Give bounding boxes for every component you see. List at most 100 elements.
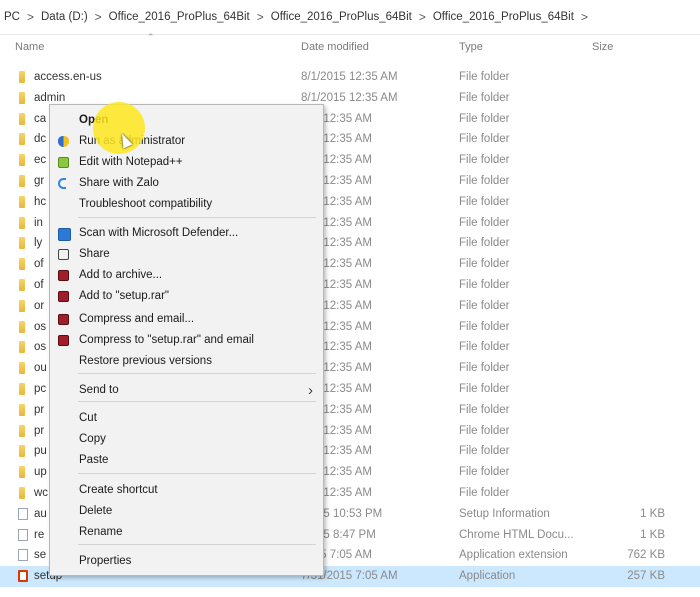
uac-shield-icon xyxy=(58,136,69,147)
menu-item-edit-with-notepad[interactable]: Edit with Notepad++ xyxy=(50,153,323,173)
folder-icon xyxy=(19,403,25,416)
folder-icon xyxy=(19,174,25,187)
menu-item-label: Delete xyxy=(79,505,113,517)
menu-item-compress-to-setup-rar-and-email[interactable]: Compress to "setup.rar" and email xyxy=(50,331,323,351)
file-name: wc xyxy=(34,486,49,499)
menu-item-label: Compress and email... xyxy=(79,313,195,325)
file-date: 8/1/2015 12:35 AM xyxy=(301,71,398,83)
menu-item-label: Add to "setup.rar" xyxy=(79,290,169,302)
file-type: File folder xyxy=(459,112,510,125)
menu-item-delete[interactable]: Delete xyxy=(50,502,323,522)
setup-info-icon xyxy=(18,507,28,520)
column-header-date[interactable]: Date modified xyxy=(301,41,369,53)
menu-item-label: Scan with Microsoft Defender... xyxy=(79,227,239,239)
file-size: 1 KB xyxy=(640,507,665,520)
file-type: File folder xyxy=(459,382,510,395)
file-type: File folder xyxy=(459,216,510,229)
menu-item-label: Compress to "setup.rar" and email xyxy=(79,334,254,346)
file-name: au xyxy=(34,507,47,520)
column-header-name[interactable]: Name xyxy=(15,41,44,53)
file-name: of xyxy=(34,278,44,291)
menu-item-label: Send to xyxy=(79,384,119,396)
column-header-size[interactable]: Size xyxy=(592,41,613,53)
html-file-icon xyxy=(18,528,28,541)
folder-icon xyxy=(19,237,25,250)
chevron-right-icon[interactable]: > xyxy=(416,10,429,24)
menu-item-send-to[interactable]: Send to › xyxy=(50,381,323,401)
breadcrumb-item[interactable]: Office_2016_ProPlus_64Bit xyxy=(267,11,416,23)
breadcrumb-item[interactable]: Office_2016_ProPlus_64Bit xyxy=(429,11,578,23)
menu-item-create-shortcut[interactable]: Create shortcut xyxy=(50,481,323,501)
share-icon xyxy=(58,249,69,260)
menu-item-cut[interactable]: Cut xyxy=(50,409,323,429)
chevron-right-icon[interactable]: > xyxy=(578,10,591,24)
menu-item-label: Restore previous versions xyxy=(79,355,212,367)
breadcrumb-item[interactable]: Office_2016_ProPlus_64Bit xyxy=(105,11,254,23)
file-size: 257 KB xyxy=(627,570,665,583)
file-name: ca xyxy=(34,112,47,125)
folder-icon xyxy=(19,445,25,458)
menu-item-restore-previous-versions[interactable]: Restore previous versions xyxy=(50,352,323,372)
file-type: File folder xyxy=(459,424,510,437)
menu-item-add-to-setup-rar[interactable]: Add to "setup.rar" xyxy=(50,287,323,307)
file-type: File folder xyxy=(459,466,510,479)
menu-item-properties[interactable]: Properties xyxy=(50,552,323,572)
folder-icon xyxy=(19,341,25,354)
file-name: gr xyxy=(34,174,45,187)
file-type: File folder xyxy=(459,174,510,187)
chevron-right-icon[interactable]: > xyxy=(24,10,37,24)
chevron-right-icon[interactable]: > xyxy=(254,10,267,24)
menu-item-share[interactable]: Share xyxy=(50,245,323,265)
file-name: up xyxy=(34,466,47,479)
file-type: Chrome HTML Docu... xyxy=(459,528,574,541)
breadcrumb-item[interactable]: PC xyxy=(0,11,24,23)
menu-item-scan-with-microsoft-defender[interactable]: Scan with Microsoft Defender... xyxy=(50,224,323,244)
menu-item-troubleshoot-compatibility[interactable]: Troubleshoot compatibility xyxy=(50,195,323,215)
context-menu: OpenRun as administrator Edit with Notepa… xyxy=(49,104,324,576)
file-name: ou xyxy=(34,362,47,375)
menu-item-label: Properties xyxy=(79,555,132,567)
file-type: Application xyxy=(459,570,516,583)
menu-item-compress-and-email[interactable]: Compress and email... xyxy=(50,310,323,330)
menu-item-label: Edit with Notepad++ xyxy=(79,156,183,168)
folder-icon xyxy=(19,154,25,167)
folder-icon xyxy=(19,424,25,437)
folder-icon xyxy=(19,362,25,375)
menu-item-run-as-administrator[interactable]: Run as administrator xyxy=(50,132,323,152)
file-name: os xyxy=(34,320,47,333)
file-type: File folder xyxy=(459,154,510,167)
folder-icon xyxy=(19,466,25,479)
file-row[interactable]: access.en-us 8/1/2015 12:35 AM File folder xyxy=(0,67,700,88)
menu-item-open[interactable]: Open xyxy=(50,111,323,131)
file-name: in xyxy=(34,216,43,229)
file-type: File folder xyxy=(459,133,510,146)
column-header-type[interactable]: Type xyxy=(459,41,483,53)
sort-up-icon[interactable]: ⌃ xyxy=(147,32,155,43)
file-type: File folder xyxy=(459,486,510,499)
breadcrumb-item[interactable]: Data (D:) xyxy=(37,11,92,23)
file-size: 1 KB xyxy=(640,528,665,541)
menu-item-label: Copy xyxy=(79,433,106,445)
file-name: hc xyxy=(34,195,47,208)
menu-separator xyxy=(78,401,316,402)
folder-icon xyxy=(19,486,25,499)
notepadpp-icon xyxy=(58,157,69,168)
menu-item-label: Paste xyxy=(79,454,109,466)
file-size: 762 KB xyxy=(627,549,665,562)
file-name: dc xyxy=(34,133,47,146)
menu-item-copy[interactable]: Copy xyxy=(50,430,323,450)
menu-item-paste[interactable]: Paste xyxy=(50,451,323,471)
menu-separator xyxy=(78,373,316,374)
menu-item-label: Cut xyxy=(79,412,97,424)
chevron-right-icon[interactable]: > xyxy=(92,10,105,24)
winrar-icon xyxy=(58,335,69,346)
file-name: access.en-us xyxy=(34,71,102,83)
folder-icon xyxy=(19,112,25,125)
office-setup-icon xyxy=(18,570,28,583)
file-name: ly xyxy=(34,237,43,250)
file-name: se xyxy=(34,549,47,562)
menu-item-rename[interactable]: Rename xyxy=(50,523,323,543)
menu-item-share-with-zalo[interactable]: Share with Zalo xyxy=(50,174,323,194)
menu-item-label: Rename xyxy=(79,526,123,538)
menu-item-add-to-archive[interactable]: Add to archive... xyxy=(50,266,323,286)
